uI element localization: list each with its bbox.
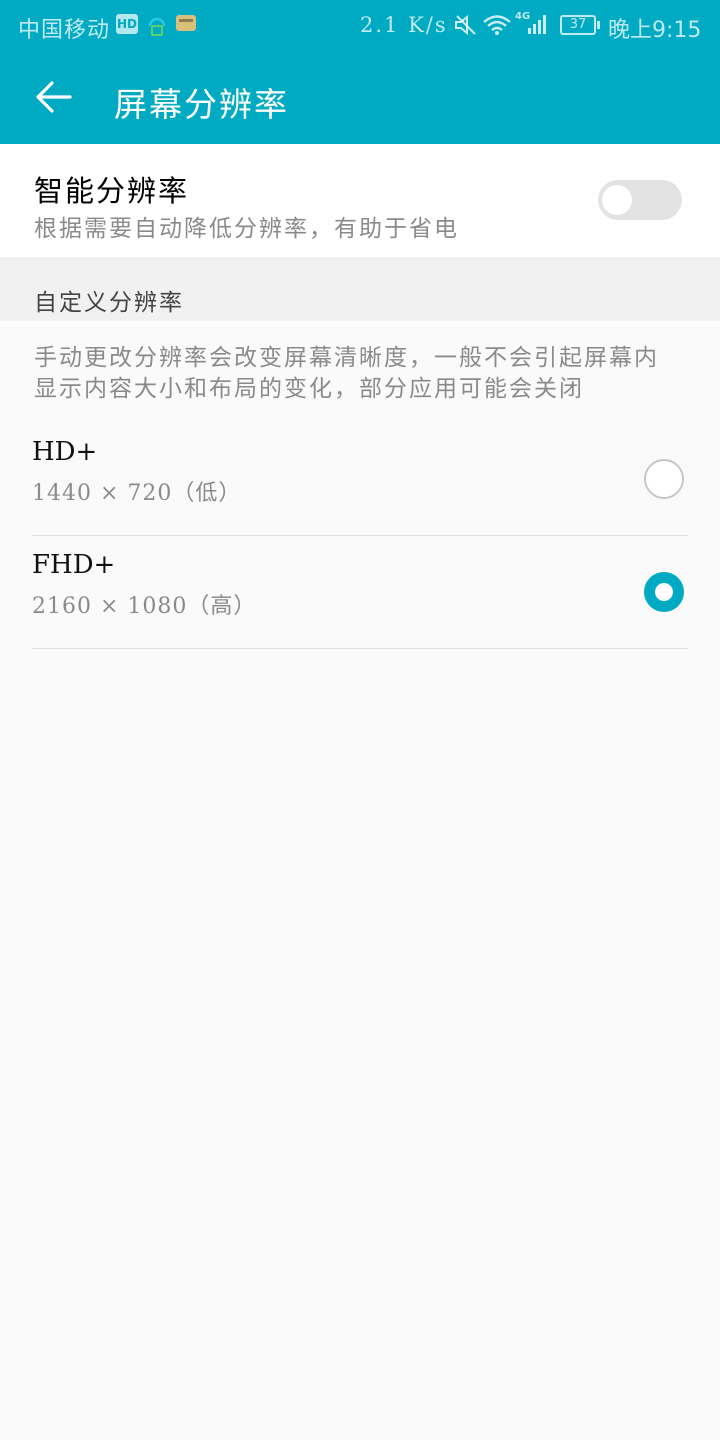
wifi-icon: [483, 15, 511, 35]
smart-resolution-toggle[interactable]: [598, 180, 682, 220]
resolution-description: 手动更改分辨率会改变屏幕清晰度，一般不会引起屏幕内显示内容大小和布局的变化，部分…: [34, 345, 659, 402]
mute-icon: [455, 14, 476, 36]
radio-button-selected[interactable]: [644, 572, 684, 612]
status-bar: 中国移动 HD 2.1 K/s 4G 37 晚上9:15: [0, 0, 720, 52]
section-header: 自定义分辨率: [0, 257, 720, 321]
radio-button[interactable]: [644, 459, 684, 499]
section-header-label: 自定义分辨率: [34, 290, 184, 316]
option-name: FHD+: [32, 550, 116, 580]
signal-icon: [528, 15, 546, 34]
smart-resolution-row[interactable]: 智能分辨率 根据需要自动降低分辨率，有助于省电: [0, 144, 720, 257]
battery-icon: 37: [560, 15, 596, 35]
sync-icon: [148, 17, 166, 36]
app-bar: 中国移动 HD 2.1 K/s 4G 37 晚上9:15 屏幕分辨率: [0, 0, 720, 144]
option-detail: 1440 × 720（低）: [32, 481, 242, 506]
toggle-knob: [602, 185, 632, 215]
smart-resolution-title: 智能分辨率: [34, 174, 190, 208]
carrier-name: 中国移动: [18, 18, 111, 43]
battery-cap: [597, 21, 600, 29]
divider: [32, 648, 688, 649]
card-icon: [176, 15, 196, 31]
option-detail: 2160 × 1080（高）: [32, 594, 257, 619]
clock: 晚上9:15: [608, 18, 702, 43]
hd-badge: HD: [116, 14, 138, 34]
net-speed: 2.1 K/s: [360, 13, 448, 37]
option-name: HD+: [32, 437, 98, 467]
smart-resolution-subtitle: 根据需要自动降低分辨率，有助于省电: [34, 216, 459, 242]
back-arrow-icon[interactable]: [30, 72, 80, 122]
option-hd-plus[interactable]: HD+ 1440 × 720（低）: [0, 423, 720, 536]
page-title: 屏幕分辨率: [114, 85, 289, 124]
option-fhd-plus[interactable]: FHD+ 2160 × 1080（高）: [0, 536, 720, 649]
